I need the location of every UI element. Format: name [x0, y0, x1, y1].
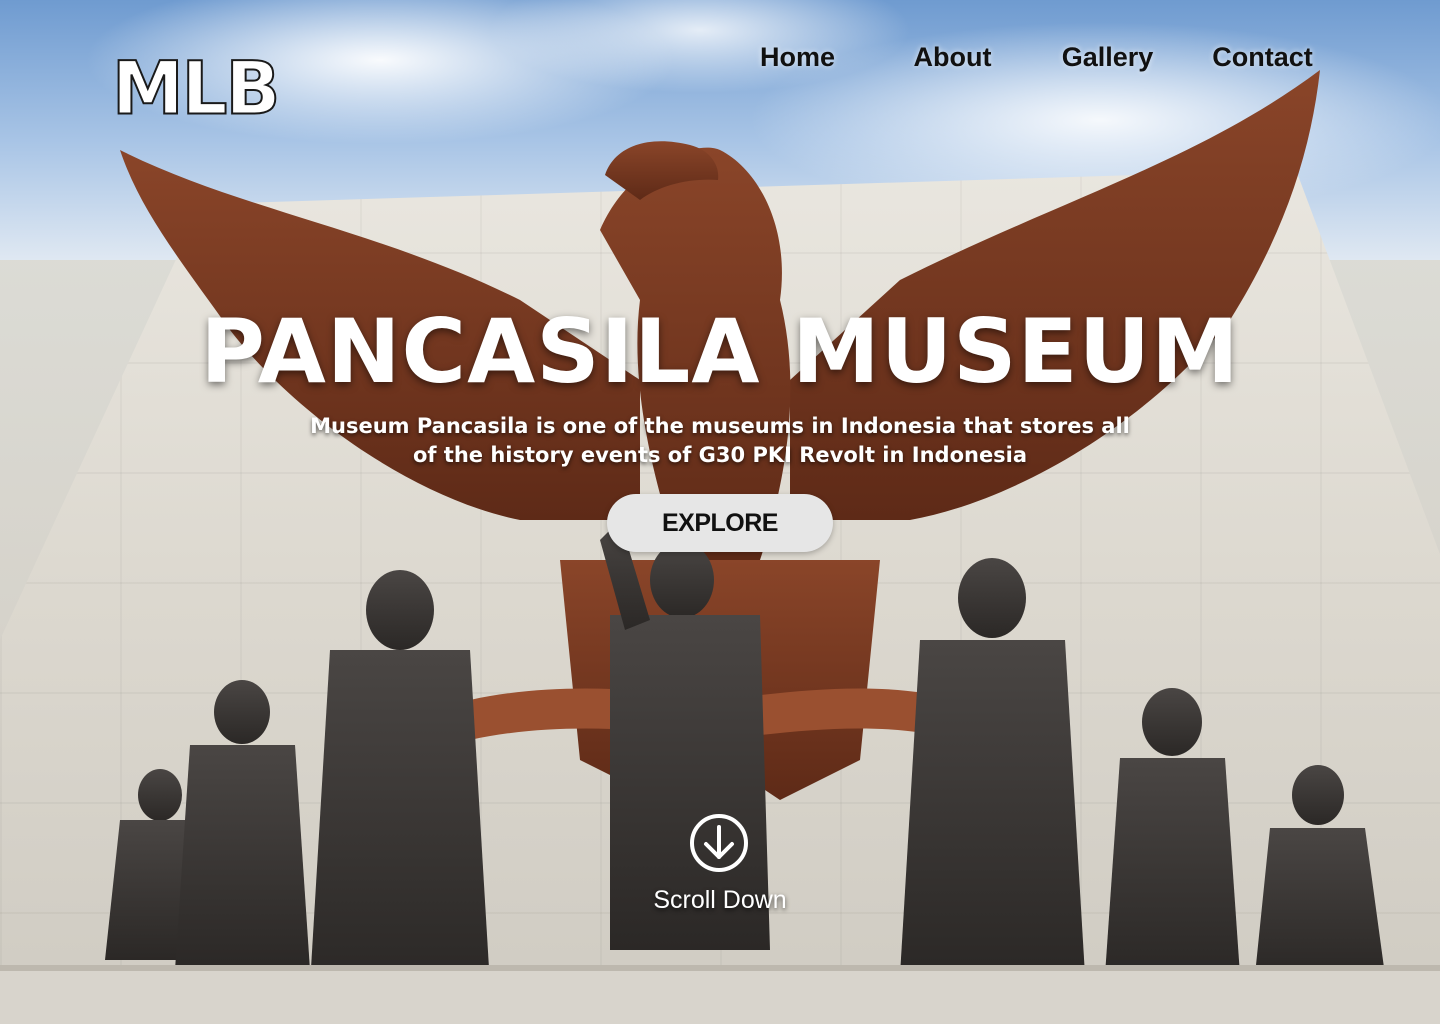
hero-description: Museum Pancasila is one of the museums i…: [310, 414, 1130, 467]
hero-title: PANCASILA MUSEUM: [200, 300, 1240, 403]
scroll-down-label[interactable]: Scroll Down: [0, 886, 1440, 915]
hero-section: MLB Home About Gallery Contact PANCASILA…: [0, 0, 1440, 1024]
nav-gallery[interactable]: Gallery: [1030, 42, 1185, 73]
monument-base: [0, 965, 1440, 1024]
explore-button[interactable]: EXPLORE: [607, 494, 833, 552]
nav-contact[interactable]: Contact: [1185, 42, 1340, 73]
site-logo[interactable]: MLB: [111, 50, 281, 125]
nav-home[interactable]: Home: [720, 42, 875, 73]
main-nav: Home About Gallery Contact: [720, 42, 1340, 73]
scroll-down-arrow-icon[interactable]: [689, 813, 749, 873]
nav-about[interactable]: About: [875, 42, 1030, 73]
